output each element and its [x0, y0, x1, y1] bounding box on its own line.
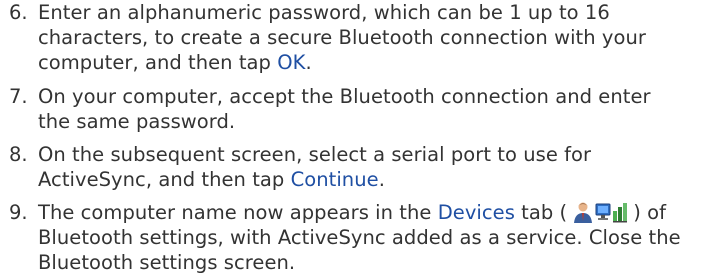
step-text: On the subsequent screen, select a seria…	[38, 143, 592, 166]
step-line: Bluetooth settings, with ActiveSync adde…	[38, 225, 681, 250]
step-number: 8.	[9, 143, 28, 166]
step-line: Bluetooth settings screen.	[38, 250, 295, 275]
ok-button-label: OK	[277, 51, 306, 74]
step-text: characters, to create a secure Bluetooth…	[38, 26, 646, 49]
step-line: the same password.	[38, 109, 235, 134]
step-text: tab (	[514, 201, 568, 224]
step-text: Bluetooth settings screen.	[38, 251, 296, 274]
step-line: Enter an alphanumeric password, which ca…	[38, 0, 610, 25]
step-line: ActiveSync, and then tap Continue.	[38, 167, 385, 192]
step-text: the same password.	[38, 110, 236, 133]
step-line: The computer name now appears in the Dev…	[38, 200, 666, 225]
step-line: On the subsequent screen, select a seria…	[38, 142, 591, 167]
step-text: Enter an alphanumeric password, which ca…	[38, 1, 610, 24]
devices-tab-label: Devices	[437, 201, 515, 224]
step-text: .	[378, 168, 385, 191]
step-text: ActiveSync, and then tap	[38, 168, 291, 191]
step-text: On your computer, accept the Bluetooth c…	[38, 85, 651, 108]
step-text: The computer name now appears in the	[38, 201, 438, 224]
step-number: 6.	[9, 1, 28, 24]
continue-button-label: Continue	[290, 168, 379, 191]
step-line: characters, to create a secure Bluetooth…	[38, 25, 646, 50]
step-text: .	[305, 51, 312, 74]
step-text: Bluetooth settings, with ActiveSync adde…	[38, 226, 681, 249]
step-line: On your computer, accept the Bluetooth c…	[38, 84, 651, 109]
instruction-steps: 6. Enter an alphanumeric password, which…	[0, 0, 723, 280]
step-number: 9.	[9, 201, 28, 224]
step-text: ) of	[633, 201, 666, 224]
devices-tab-icon	[571, 201, 629, 223]
step-number: 7.	[9, 85, 28, 108]
step-text: computer, and then tap	[38, 51, 278, 74]
step-line: computer, and then tap OK.	[38, 50, 312, 75]
